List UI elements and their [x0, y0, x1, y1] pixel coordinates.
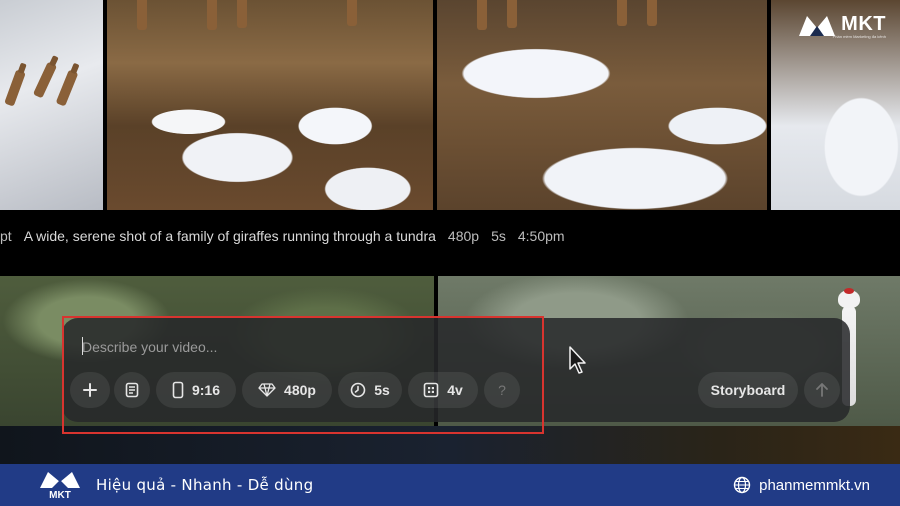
duration-button[interactable]: 5s [338, 372, 402, 408]
video-thumbnail[interactable] [107, 0, 433, 210]
giraffe-shape [507, 0, 517, 28]
background-band [0, 426, 900, 464]
cursor-icon [569, 346, 586, 374]
giraffe-shape [237, 0, 247, 28]
arrow-up-icon [816, 383, 828, 397]
storyboard-preset-button[interactable] [114, 372, 150, 408]
giraffe-shape [347, 0, 357, 26]
mkt-logo-icon: MKT [40, 472, 80, 501]
giraffe-shape [617, 0, 627, 26]
resolution-label: 480p [284, 382, 316, 398]
giraffe-shape [137, 0, 147, 30]
giraffe-shape [207, 0, 217, 30]
logo-subtitle: Phần mềm Marketing đa kênh [832, 34, 886, 39]
submit-button[interactable] [804, 372, 840, 408]
footer-slogan: Hiệu quả - Nhanh - Dễ dùng [96, 476, 314, 494]
caption-time: 4:50pm [517, 228, 565, 244]
video-grid-top [0, 0, 900, 210]
giraffe-shape [55, 69, 79, 107]
logo-text: MKT [841, 12, 886, 35]
clock-icon [350, 382, 366, 398]
resolution-button[interactable]: 480p [242, 372, 332, 408]
giraffe-shape [4, 69, 26, 107]
video-thumbnail[interactable] [0, 0, 103, 210]
storyboard-label: Storyboard [710, 382, 786, 398]
duration-label: 5s [374, 382, 390, 398]
video-composer: 9:16 480p 5s 4v ? Storyboard [62, 318, 850, 422]
footer-website[interactable]: phanmemmkt.vn [733, 476, 870, 494]
describe-video-input[interactable] [82, 338, 482, 356]
globe-icon [733, 476, 751, 494]
plus-icon [83, 383, 97, 397]
website-label: phanmemmkt.vn [759, 476, 870, 494]
phone-ratio-icon [172, 381, 184, 399]
diamond-icon [258, 383, 276, 397]
mkt-logo-icon [799, 16, 836, 36]
help-label: ? [498, 382, 506, 398]
aspect-ratio-label: 9:16 [191, 382, 221, 398]
svg-text:MKT: MKT [49, 490, 71, 501]
video-caption-row: pt A wide, serene shot of a family of gi… [0, 210, 900, 274]
caption-resolution: 480p [447, 228, 480, 244]
caption-prompt: A wide, serene shot of a family of giraf… [23, 228, 436, 244]
footer-bar: MKT Hiệu quả - Nhanh - Dễ dùng phanmemmk… [0, 464, 900, 506]
storyboard-button[interactable]: Storyboard [698, 372, 798, 408]
grid-icon [423, 382, 439, 398]
storyboard-book-icon [125, 382, 139, 398]
variations-button[interactable]: 4v [408, 372, 478, 408]
video-thumbnail[interactable] [437, 0, 767, 210]
caption-prefix: pt [0, 228, 12, 244]
caption-duration: 5s [491, 228, 506, 244]
variations-label: 4v [447, 382, 463, 398]
aspect-ratio-button[interactable]: 9:16 [156, 372, 236, 408]
help-button[interactable]: ? [484, 372, 520, 408]
crane-head-shape [838, 288, 860, 308]
giraffe-shape [647, 0, 657, 26]
text-caret [82, 337, 83, 355]
giraffe-shape [32, 61, 58, 99]
giraffe-shape [477, 0, 487, 30]
add-button[interactable] [70, 372, 110, 408]
